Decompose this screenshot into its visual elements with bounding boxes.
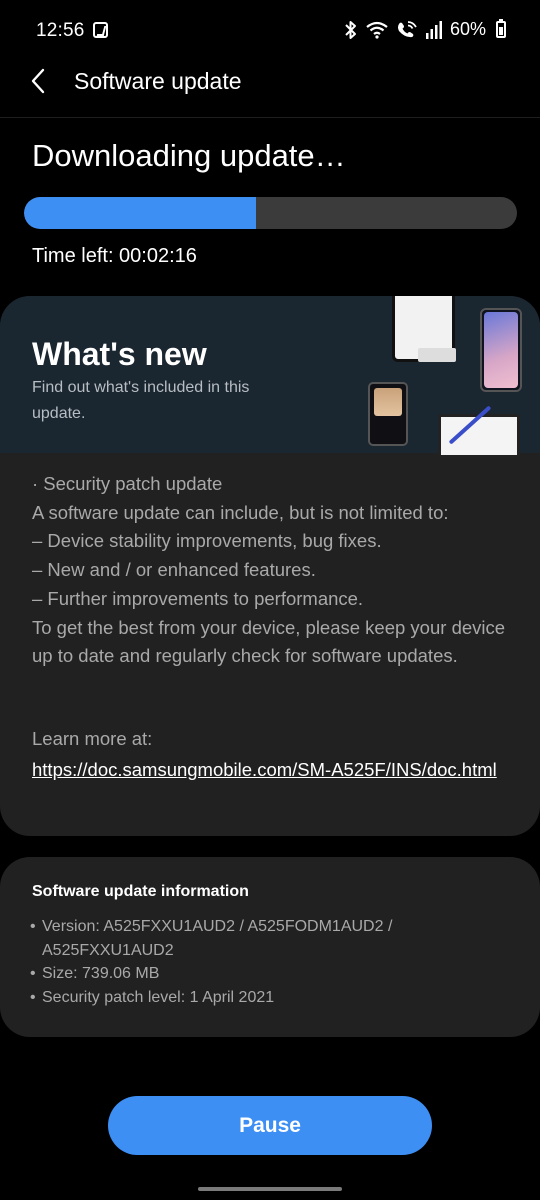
download-progress-bar bbox=[24, 197, 517, 229]
back-arrow-icon bbox=[31, 68, 45, 94]
update-info-size: Size: 739.06 MB bbox=[30, 962, 470, 986]
whats-new-item: To get the best from your device, please… bbox=[32, 616, 506, 667]
status-icons: 60% bbox=[344, 19, 506, 40]
learn-more-label: Learn more at: bbox=[32, 728, 153, 749]
device-illustration-screen bbox=[418, 348, 456, 362]
bluetooth-icon bbox=[345, 20, 356, 39]
whats-new-subtitle: Find out what's included in this update. bbox=[32, 379, 250, 422]
device-illustration-phone-pink bbox=[480, 308, 522, 392]
whats-new-item: – Device stability improvements, bug fix… bbox=[32, 530, 382, 552]
battery-percent: 60% bbox=[449, 19, 486, 39]
whats-new-body: · Security patch update A software updat… bbox=[32, 470, 512, 671]
page-title: Software update bbox=[74, 68, 242, 94]
status-time: 12:56 bbox=[36, 20, 85, 41]
whats-new-card: What's new Find out what's included in t… bbox=[0, 296, 540, 836]
home-indicator[interactable] bbox=[198, 1187, 342, 1191]
update-info-title: Software update information bbox=[32, 883, 249, 900]
pause-button[interactable]: Pause bbox=[108, 1096, 432, 1155]
status-bar: 12:56 60% bbox=[0, 0, 540, 62]
update-info-list: Version: A525FXXU1AUD2 / A525FODM1AUD2 /… bbox=[30, 915, 470, 1010]
divider bbox=[0, 117, 540, 118]
signal-icon bbox=[425, 20, 442, 39]
back-button[interactable] bbox=[18, 61, 58, 101]
whats-new-item: – New and / or enhanced features. bbox=[32, 559, 316, 581]
update-info-card: Software update information Version: A52… bbox=[0, 857, 540, 1037]
whats-new-banner: What's new Find out what's included in t… bbox=[0, 296, 540, 458]
whats-new-item: · Security patch update bbox=[32, 473, 223, 494]
download-progress-fill bbox=[24, 197, 256, 229]
learn-more-link[interactable]: https://doc.samsungmobile.com/SM-A525F/I… bbox=[32, 756, 512, 785]
wifi-calling-icon bbox=[397, 20, 417, 37]
download-title: Downloading update… bbox=[32, 138, 346, 173]
update-info-version: Version: A525FXXU1AUD2 / A525FODM1AUD2 /… bbox=[30, 915, 470, 962]
whats-new-item: – Further improvements to performance. bbox=[32, 587, 364, 609]
battery-icon bbox=[496, 19, 506, 38]
whats-new-item: A software update can include, but is no… bbox=[32, 501, 449, 523]
app-bar: Software update bbox=[0, 55, 540, 110]
whats-new-title: What's new bbox=[32, 336, 207, 372]
device-illustration-fold bbox=[368, 382, 408, 446]
device-illustration-tablet bbox=[438, 414, 520, 458]
time-left: Time left: 00:02:16 bbox=[32, 245, 197, 267]
update-info-patch-level: Security patch level: 1 April 2021 bbox=[30, 986, 470, 1010]
notification-icon bbox=[93, 22, 108, 38]
wifi-icon bbox=[366, 21, 388, 39]
